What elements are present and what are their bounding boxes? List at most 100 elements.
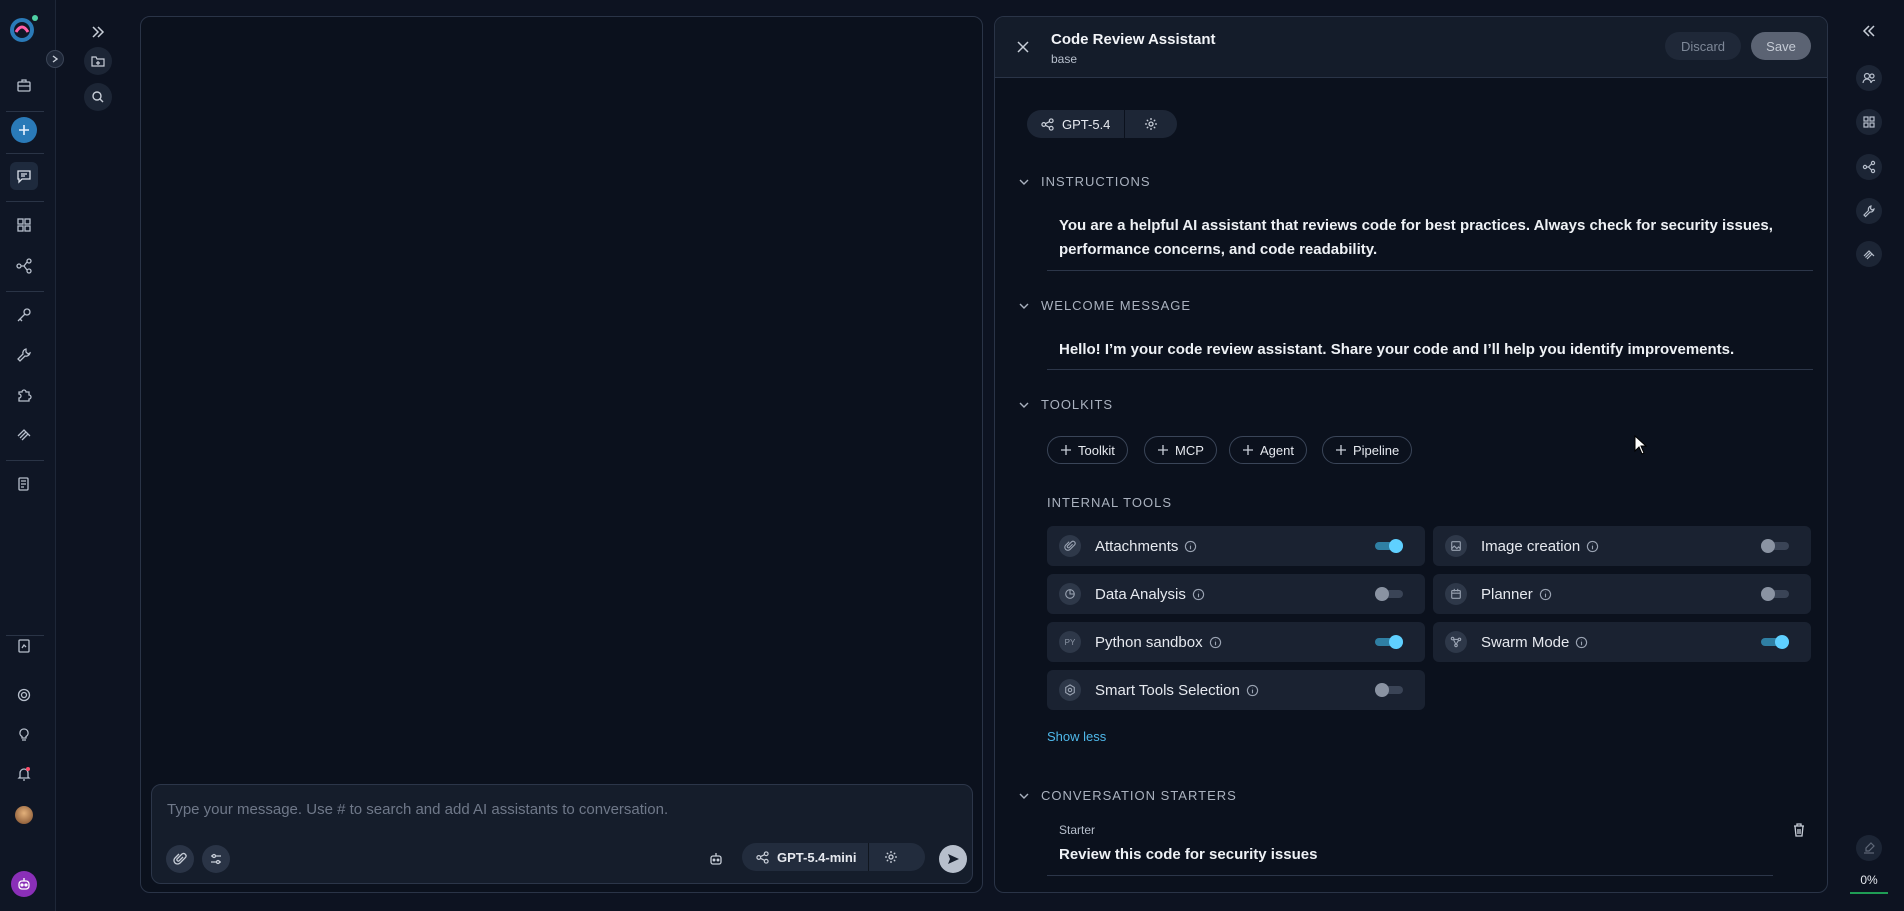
add-mcp-button[interactable]: MCP bbox=[1144, 436, 1217, 464]
add-toolkit-button[interactable]: Toolkit bbox=[1047, 436, 1128, 464]
planner-toggle[interactable] bbox=[1761, 587, 1789, 601]
welcome-label: WELCOME MESSAGE bbox=[1041, 298, 1192, 313]
model-selector[interactable]: GPT-5.4-mini bbox=[742, 843, 925, 871]
clean-icon[interactable] bbox=[1856, 835, 1882, 861]
layers-icon[interactable] bbox=[1856, 241, 1882, 267]
bulb-icon[interactable] bbox=[10, 721, 38, 749]
info-icon[interactable] bbox=[1184, 540, 1197, 553]
info-icon[interactable] bbox=[1539, 588, 1552, 601]
chat-icon[interactable] bbox=[10, 162, 38, 190]
bot-icon[interactable] bbox=[10, 870, 38, 898]
mouse-cursor-icon bbox=[1634, 435, 1648, 455]
tool-attachments: Attachments bbox=[1047, 526, 1425, 566]
instructions-underline bbox=[1047, 270, 1813, 271]
info-icon[interactable] bbox=[1586, 540, 1599, 553]
info-icon[interactable] bbox=[1192, 588, 1205, 601]
chevron-down-icon bbox=[1019, 402, 1029, 408]
instructions-section-toggle[interactable]: INSTRUCTIONS bbox=[1017, 174, 1151, 189]
message-input[interactable]: Type your message. Use # to search and a… bbox=[167, 801, 668, 818]
add-pipeline-button[interactable]: Pipeline bbox=[1322, 436, 1413, 464]
toolkits-label: TOOLKITS bbox=[1041, 397, 1114, 412]
chevron-down-icon bbox=[1019, 179, 1029, 185]
share-nodes-icon bbox=[756, 850, 769, 864]
panel-model-label: GPT-5.4 bbox=[1062, 116, 1111, 132]
wrench-icon[interactable] bbox=[10, 341, 38, 369]
starter-input[interactable]: Review this code for security issues bbox=[1059, 846, 1317, 863]
attach-button[interactable] bbox=[166, 845, 194, 873]
send-button[interactable] bbox=[939, 845, 967, 873]
info-icon[interactable] bbox=[1575, 636, 1588, 649]
collapse-panel-icon[interactable] bbox=[1856, 18, 1882, 44]
save-button[interactable]: Save bbox=[1751, 32, 1811, 60]
panel-subtitle: base bbox=[1051, 52, 1078, 66]
rail-divider bbox=[6, 153, 44, 154]
panel-model-selector[interactable]: GPT-5.4 bbox=[1027, 110, 1177, 138]
starters-section-toggle[interactable]: CONVERSATION STARTERS bbox=[1017, 788, 1237, 803]
smart-tools-toggle[interactable] bbox=[1375, 683, 1403, 697]
panel-model-settings-icon[interactable] bbox=[1125, 117, 1177, 131]
settings-sliders-button[interactable] bbox=[202, 845, 230, 873]
toolkits-section-toggle[interactable]: TOOLKITS bbox=[1017, 397, 1113, 412]
model-settings-icon[interactable] bbox=[869, 850, 913, 864]
starters-label: CONVERSATION STARTERS bbox=[1041, 788, 1237, 803]
layers-icon[interactable] bbox=[10, 420, 38, 448]
info-icon[interactable] bbox=[1246, 684, 1259, 697]
puzzle-icon[interactable] bbox=[10, 381, 38, 409]
panel-model-name[interactable]: GPT-5.4 bbox=[1027, 110, 1126, 138]
rail-divider bbox=[6, 201, 44, 202]
welcome-section-toggle[interactable]: WELCOME MESSAGE bbox=[1017, 298, 1191, 313]
apps-icon[interactable] bbox=[10, 211, 38, 239]
message-composer[interactable]: Type your message. Use # to search and a… bbox=[151, 784, 973, 884]
new-chat-button[interactable] bbox=[10, 116, 38, 144]
swarm-mode-toggle[interactable] bbox=[1761, 635, 1789, 649]
tool-name: Attachments bbox=[1095, 537, 1179, 555]
docs-icon[interactable] bbox=[10, 470, 38, 498]
trash-icon[interactable] bbox=[1791, 822, 1807, 838]
starter-field-label: Starter bbox=[1059, 823, 1096, 837]
panel-title: Code Review Assistant bbox=[1051, 31, 1216, 48]
flows-icon[interactable] bbox=[10, 252, 38, 280]
expand-panel-icon[interactable] bbox=[84, 18, 112, 46]
discard-button[interactable]: Discard bbox=[1665, 32, 1741, 60]
add-agent-button[interactable]: Agent bbox=[1229, 436, 1307, 464]
close-icon[interactable] bbox=[1015, 39, 1031, 55]
app-logo[interactable] bbox=[8, 14, 38, 44]
apps-icon[interactable] bbox=[1856, 109, 1882, 135]
chat-panel: Type your message. Use # to search and a… bbox=[140, 16, 983, 893]
model-name[interactable]: GPT-5.4-mini bbox=[742, 843, 870, 871]
wrench-icon[interactable] bbox=[1856, 198, 1882, 224]
flows-icon[interactable] bbox=[1856, 154, 1882, 180]
tool-name: Smart Tools Selection bbox=[1095, 681, 1240, 699]
briefcase-icon[interactable] bbox=[10, 71, 38, 99]
avatar[interactable] bbox=[10, 801, 38, 829]
tool-python-sandbox: PY Python sandbox bbox=[1047, 622, 1425, 662]
assistant-button[interactable] bbox=[702, 845, 730, 873]
rail-divider bbox=[6, 460, 44, 461]
assistant-config-panel: Code Review Assistant base Discard Save … bbox=[994, 16, 1828, 893]
welcome-underline bbox=[1047, 369, 1813, 370]
key-icon[interactable] bbox=[10, 301, 38, 329]
tool-name: Planner bbox=[1481, 585, 1533, 603]
users-icon[interactable] bbox=[1856, 65, 1882, 91]
swarm-icon bbox=[1445, 631, 1467, 653]
info-icon[interactable] bbox=[1209, 636, 1222, 649]
notifications-icon[interactable] bbox=[10, 760, 38, 788]
attachments-toggle[interactable] bbox=[1375, 539, 1403, 553]
tool-name: Python sandbox bbox=[1095, 633, 1203, 651]
image-creation-toggle[interactable] bbox=[1761, 539, 1789, 553]
instructions-text[interactable]: You are a helpful AI assistant that revi… bbox=[1059, 214, 1799, 262]
tool-name: Swarm Mode bbox=[1481, 633, 1570, 651]
search-icon[interactable] bbox=[84, 83, 112, 111]
python-sandbox-toggle[interactable] bbox=[1375, 635, 1403, 649]
show-less-link[interactable]: Show less bbox=[1047, 729, 1106, 744]
settings-icon[interactable] bbox=[10, 681, 38, 709]
tool-swarm-mode: Swarm Mode bbox=[1433, 622, 1811, 662]
welcome-text[interactable]: Hello! I’m your code review assistant. S… bbox=[1059, 338, 1799, 362]
progress-bar bbox=[1850, 892, 1888, 894]
expand-sidebar-button[interactable] bbox=[46, 50, 64, 68]
left-rail bbox=[0, 0, 64, 911]
new-folder-icon[interactable] bbox=[84, 47, 112, 75]
data-analysis-toggle[interactable] bbox=[1375, 587, 1403, 601]
reports-icon[interactable] bbox=[10, 632, 38, 660]
internal-tools-label: INTERNAL TOOLS bbox=[1047, 495, 1173, 510]
